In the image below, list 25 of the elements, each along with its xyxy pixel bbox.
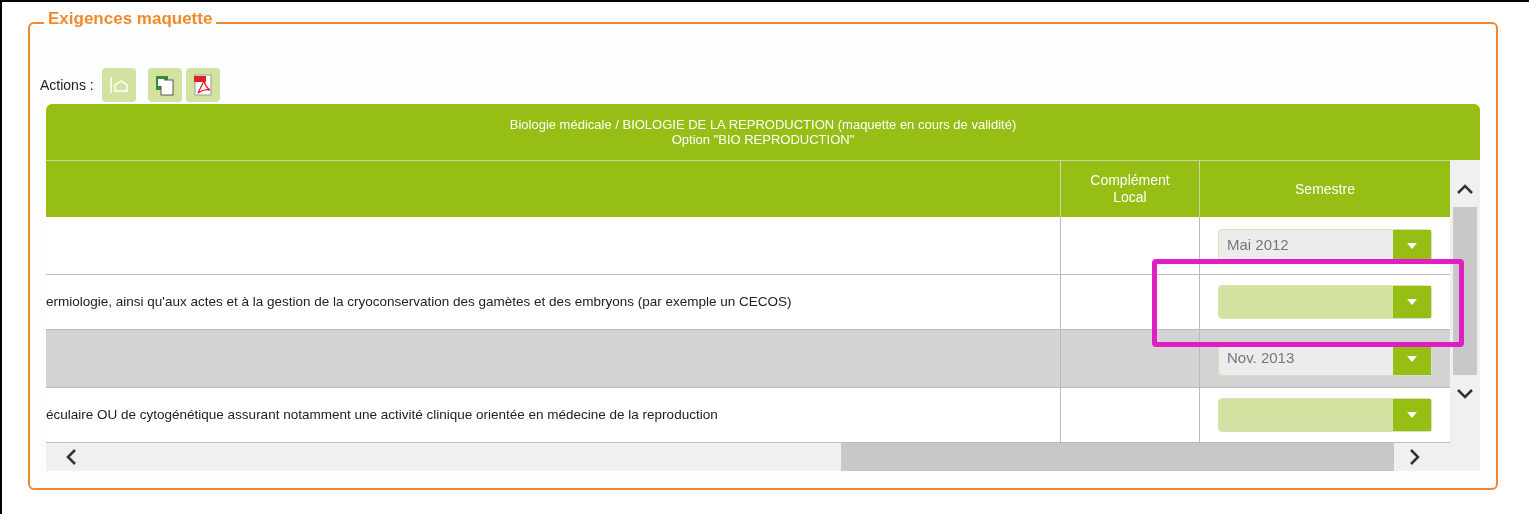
caret-icon: [1407, 412, 1417, 418]
column-header: Semestre: [1294, 179, 1356, 199]
table-row[interactable]: Mai 2012: [46, 217, 1450, 275]
horizontal-scrollbar[interactable]: [46, 443, 1480, 471]
scroll-right-icon: [1410, 449, 1420, 465]
scroll-up-icon: [1457, 184, 1473, 194]
excel-export-button[interactable]: [147, 68, 182, 102]
table-caption: Biologie médicale / BIOLOGIE DE LA REPRODUCTION (maquette en cours de validité) Option "BIO REPRODUCTION": [46, 104, 1480, 160]
actions-label: Actions :: [40, 75, 94, 95]
panel-title: Exigences maquette: [44, 10, 217, 27]
scroll-down-icon: [1457, 389, 1473, 399]
semester-dropdown[interactable]: [1218, 285, 1432, 319]
pdf-icon: [192, 73, 213, 97]
caret-icon: [1407, 242, 1417, 249]
table-row[interactable]: ermiologie, ainsi qu'aux actes et à la gestion de la cryoconservation des gamètes et des embryons (par exemple un CECOS): [46, 275, 1450, 330]
caret-icon: [1407, 299, 1417, 305]
caret-icon: [1407, 355, 1417, 362]
table-row[interactable]: Nov. 2013: [46, 330, 1450, 388]
pdf-export-button[interactable]: [185, 68, 220, 102]
vertical-scrollbar[interactable]: [1450, 160, 1480, 443]
table-row[interactable]: éculaire OU de cytogénétique assurant notamment une activité clinique orientée en médecine de la reproduction: [46, 388, 1450, 443]
table-cell-text: ermiologie, ainsi qu'aux actes et à la gestion de la cryoconservation des gamètes et des embryons (par exemple un CECOS): [46, 292, 792, 311]
table-cell-text: éculaire OU de cytogénétique assurant notamment une activité clinique orientée en médecine de la reproduction: [46, 405, 718, 424]
semester-dropdown[interactable]: [1218, 398, 1432, 432]
scroll-left-icon: [66, 449, 76, 465]
